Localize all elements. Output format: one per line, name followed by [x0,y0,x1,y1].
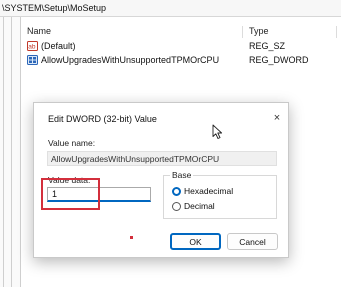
value-data-highlight [41,178,100,210]
decimal-radio[interactable] [172,202,181,211]
decimal-label[interactable]: Decimal [184,201,215,211]
ok-button[interactable]: OK [170,233,221,250]
base-group: Base Hexadecimal Decimal [163,170,277,219]
tree-guide-line [3,17,4,287]
column-separator[interactable] [242,26,243,38]
close-icon[interactable]: × [270,111,284,125]
registry-row-type: REG_SZ [249,41,286,51]
dword-value-icon [27,55,38,65]
value-name-label: Value name: [48,138,96,148]
dialog-title: Edit DWORD (32-bit) Value [48,114,157,124]
annotation-dot [130,236,133,239]
svg-text:ab: ab [28,44,36,51]
hexadecimal-radio[interactable] [172,187,181,196]
value-name-field: AllowUpgradesWithUnsupportedTPMOrCPU [47,151,277,166]
hexadecimal-label[interactable]: Hexadecimal [184,186,233,196]
registry-row-name: AllowUpgradesWithUnsupportedTPMOrCPU [41,55,220,65]
column-header-name[interactable]: Name [27,26,51,36]
base-group-label: Base [170,170,194,180]
tree-guide-line [11,17,12,287]
address-bar[interactable]: \SYSTEM\Setup\MoSetup [0,0,341,17]
registry-row-name: (Default) [41,41,76,51]
edit-dword-dialog: Edit DWORD (32-bit) Value × Value name: … [33,102,289,258]
string-value-icon: ab [27,41,38,51]
cancel-button[interactable]: Cancel [227,233,278,250]
registry-row[interactable]: ab (Default) REG_SZ [27,41,327,54]
tree-pane[interactable] [0,17,21,287]
mouse-cursor-icon [212,124,223,139]
registry-row[interactable]: AllowUpgradesWithUnsupportedTPMOrCPU REG… [27,55,327,68]
value-name-text: AllowUpgradesWithUnsupportedTPMOrCPU [51,154,220,164]
column-header-type[interactable]: Type [249,26,269,36]
tree-pane-border [20,17,21,287]
registry-row-type: REG_DWORD [249,55,309,65]
column-separator[interactable] [336,26,337,38]
address-path: \SYSTEM\Setup\MoSetup [2,3,107,13]
